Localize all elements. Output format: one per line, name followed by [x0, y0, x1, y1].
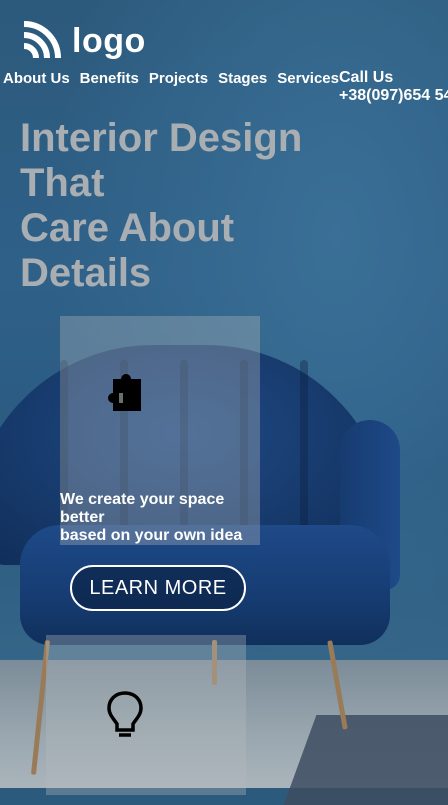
nav-benefits[interactable]: Benefits [80, 70, 139, 87]
feature-text-line: based on your own idea [60, 527, 243, 544]
wifi-signal-icon [20, 20, 62, 62]
puzzle-piece-icon [101, 369, 145, 418]
feature-card [46, 635, 246, 795]
logo-text: logo [72, 22, 146, 60]
logo[interactable]: logo [20, 20, 146, 62]
hero-title-line: Interior Design [20, 116, 303, 160]
feature-text-line: better [60, 509, 105, 526]
nav-services[interactable]: Services [277, 70, 339, 87]
nav-stages[interactable]: Stages [218, 70, 267, 87]
hero-title-line: That [20, 161, 105, 205]
call-us-label: Call Us [339, 69, 394, 86]
main-nav: About Us Benefits Projects Stages Servic… [3, 70, 339, 87]
phone-number[interactable]: +38(097)654 54 [339, 87, 448, 105]
call-us[interactable]: Call Us +38(097)654 54 [339, 69, 448, 105]
nav-about-us[interactable]: About Us [3, 70, 70, 87]
nav-projects[interactable]: Projects [149, 70, 208, 87]
feature-text-line: We create your space [60, 491, 225, 508]
lightbulb-icon [106, 690, 144, 743]
hero-title: Interior Design That Care About Details [20, 116, 340, 296]
feature-text: We create your space better based on you… [60, 491, 260, 545]
hero-title-line: Care About [20, 206, 235, 250]
learn-more-button[interactable]: LEARN MORE [70, 565, 246, 611]
hero-title-line: Details [20, 251, 152, 295]
